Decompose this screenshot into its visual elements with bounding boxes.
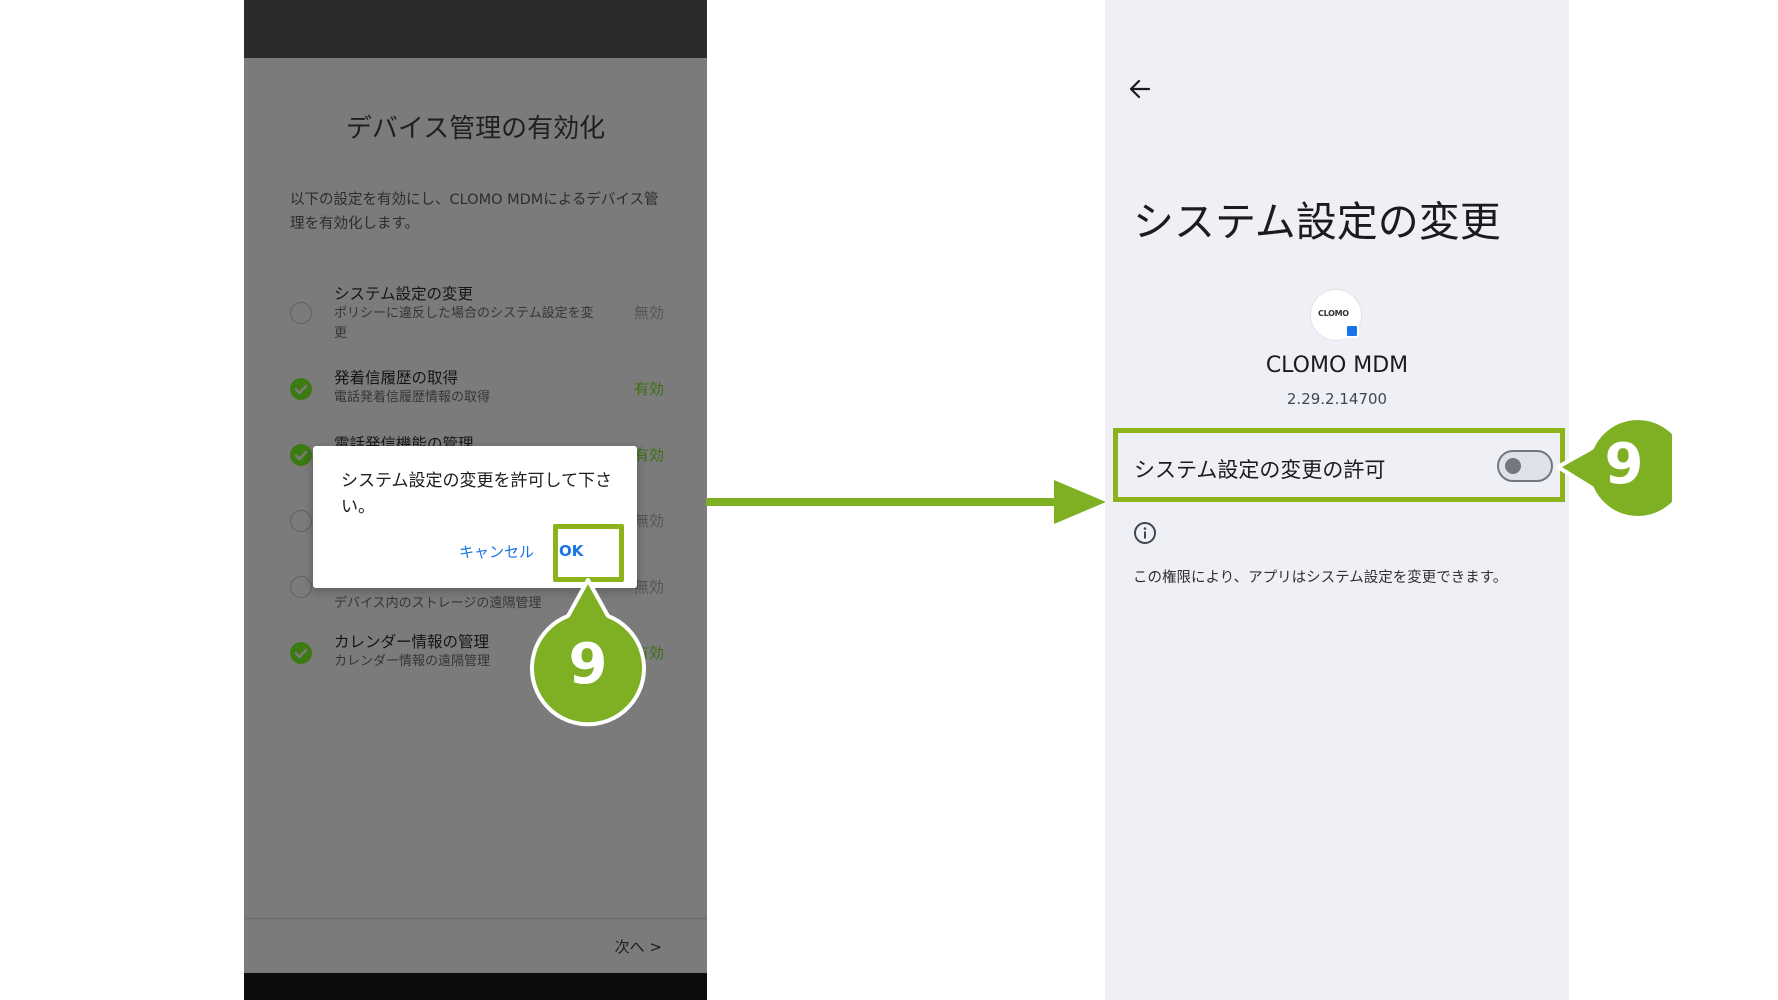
work-profile-badge-icon — [1345, 324, 1359, 338]
app-logo: CLOMO — [1318, 309, 1349, 318]
unchecked-icon — [290, 576, 312, 598]
permission-status: 無効 — [633, 512, 664, 530]
app-icon: CLOMO — [1311, 290, 1361, 340]
screen-description: 以下の設定を有効にし、CLOMO MDMによるデバイス管理を有効化します。 — [290, 192, 659, 232]
permission-subtitle: 電話発着信履歴情報の取得 — [334, 390, 491, 405]
app-version: 2.29.2.14700 — [1286, 390, 1388, 408]
footer-divider — [244, 918, 707, 919]
permission-status: 有効 — [633, 380, 664, 398]
allow-system-settings-row[interactable]: システム設定の変更の許可 — [1113, 428, 1565, 502]
unchecked-icon — [290, 510, 312, 532]
dialog-message: システム設定の変更を許可して下さい。 — [341, 471, 612, 517]
step-number: 9 — [1604, 432, 1644, 497]
page-title: システム設定の変更 — [1133, 198, 1501, 246]
step-callout-right: 9 — [1556, 412, 1672, 526]
check-icon — [290, 444, 312, 466]
navigation-bar — [244, 973, 707, 1000]
permission-subtitle: ポリシーに違反した場合のシステム設定を変更 — [334, 306, 594, 341]
unchecked-icon — [290, 302, 312, 324]
toggle-knob — [1505, 458, 1521, 474]
screen-title: デバイス管理の有効化 — [345, 114, 606, 144]
cancel-button[interactable]: キャンセル — [459, 541, 534, 562]
ok-button-highlight — [553, 524, 624, 582]
right-phone-screen: システム設定の変更 CLOMO CLOMO MDM 2.29.2.14700 シ… — [1105, 0, 1569, 1000]
permission-status: 無効 — [633, 304, 664, 322]
step-callout-left: 9 — [530, 578, 646, 728]
flow-arrow-icon — [706, 480, 1106, 524]
permission-title: システム設定の変更 — [334, 285, 474, 303]
app-name: CLOMO MDM — [1265, 353, 1409, 378]
back-arrow-icon[interactable] — [1127, 76, 1153, 102]
allow-system-settings-toggle[interactable] — [1497, 450, 1553, 482]
permission-status: 有効 — [633, 446, 664, 464]
step-number: 9 — [568, 632, 608, 697]
info-text: この権限により、アプリはシステム設定を変更できます。 — [1133, 570, 1508, 586]
check-icon — [290, 642, 312, 664]
info-icon — [1134, 522, 1156, 544]
status-bar — [244, 0, 707, 58]
check-icon — [290, 378, 312, 400]
next-button[interactable]: 次へ > — [615, 936, 662, 957]
permission-title: カレンダー情報の管理 — [334, 633, 490, 651]
toggle-label: システム設定の変更の許可 — [1134, 458, 1386, 482]
permission-title: 発着信履歴の取得 — [334, 369, 459, 387]
